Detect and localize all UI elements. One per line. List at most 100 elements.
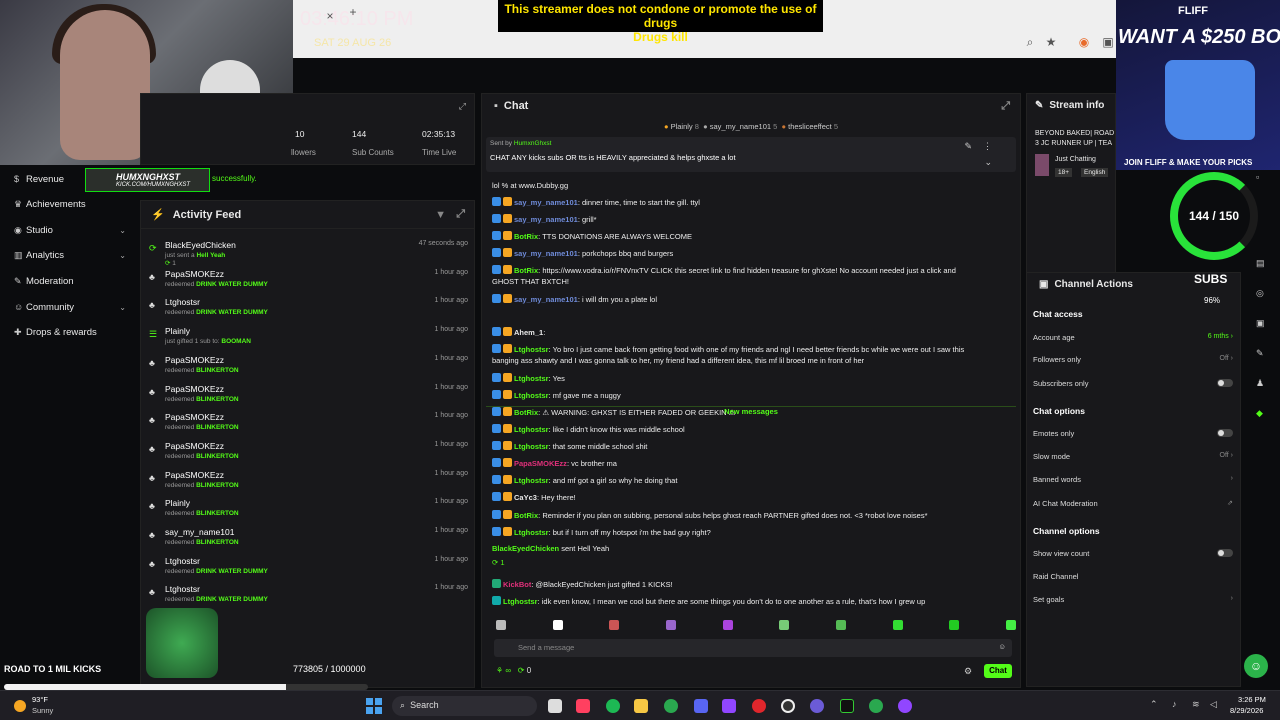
extension-icon-2[interactable]: ▣ (1100, 34, 1116, 50)
feed-item[interactable]: ♣ Ltghostsr redeemed DRINK WATER DUMMY 1 ho… (149, 554, 474, 582)
chevron-down-icon[interactable]: ⌄ (984, 157, 992, 168)
sidebar-item-achievements[interactable]: ♛ Achievements (0, 192, 138, 216)
feed-item[interactable]: ♣ PapaSMOKEzz redeemed BLINKERTON 1 hour ag… (149, 439, 474, 467)
gear-icon[interactable]: ⚙ (964, 666, 972, 677)
followers-only-row[interactable]: Followers only Off › (1033, 355, 1233, 364)
pinned-message[interactable]: Sent by HumxnGhxst CHAT ANY kicks subs O… (486, 137, 1016, 172)
app-icon[interactable] (810, 699, 824, 713)
expand-icon[interactable]: ⤢ (456, 208, 465, 221)
close-icon[interactable]: × (322, 8, 338, 24)
feed-item[interactable]: ♣ PapaSMOKEzz redeemed DRINK WATER DUMMY 1 … (149, 267, 474, 295)
feed-item[interactable]: ♣ Ltghostsr redeemed DRINK WATER DUMMY 1 ho… (149, 295, 474, 323)
target-icon[interactable]: ◎ (1256, 288, 1264, 299)
badge-icon (492, 197, 501, 206)
account-age-row[interactable]: Account age 6 mths › (1033, 333, 1233, 342)
subscribers-only-row[interactable]: Subscribers only (1033, 379, 1233, 388)
sidebar-item-drops[interactable]: ✚ Drops & rewards (0, 320, 138, 344)
ai-moderation-row[interactable]: AI Chat Moderation ⇗ (1033, 499, 1233, 508)
chat-send-button[interactable]: Chat (984, 664, 1012, 678)
sidebar-item-analytics[interactable]: ▥ Analytics ⌄ (0, 243, 138, 267)
chevron-up-icon[interactable]: ⌃ (1150, 699, 1158, 710)
feed-time: 1 hour ago (434, 498, 468, 506)
stream-title: BEYOND BAKED| ROAD (1035, 130, 1115, 137)
chat-message: Ltghostsr: idk even know, I mean we cool… (492, 596, 1012, 606)
sidebar-item-studio[interactable]: ◉ Studio ⌄ (0, 218, 138, 242)
app-icon-2[interactable] (898, 699, 912, 713)
feed-item[interactable]: ♣ PapaSMOKEzz redeemed BLINKERTON 1 hour ag… (149, 353, 474, 381)
discord-icon[interactable] (694, 699, 708, 713)
search-icon: ⌕ (400, 700, 406, 710)
feed-user: PapaSMOKEzz (165, 354, 225, 365)
chat-icon[interactable]: ▤ (1256, 258, 1265, 269)
help-chat-button[interactable]: ☺ (1244, 654, 1268, 678)
windows-start-icon[interactable] (366, 698, 382, 714)
task-view-icon[interactable] (548, 699, 562, 713)
volume-icon[interactable]: ◁ (1210, 699, 1217, 710)
extension-icon[interactable]: ◉ (1076, 34, 1092, 50)
feed-item[interactable]: ♣ PapaSMOKEzz redeemed BLINKERTON 1 hour ag… (149, 410, 474, 438)
more-icon[interactable]: ⋮ (983, 141, 992, 152)
feed-detail: redeemed BLINKERTON (165, 539, 239, 546)
new-tab-icon[interactable]: + (345, 4, 361, 20)
chat-message: Ahem_1: (492, 327, 1012, 337)
feed-item[interactable]: ☰ Plainly just gifted 1 sub to: BOOMAN 1 ho… (149, 324, 474, 352)
sidebar-item-revenue[interactable]: $ Revenue (0, 167, 138, 191)
feed-time: 1 hour ago (434, 412, 468, 420)
feed-item[interactable]: ♣ Ltghostsr redeemed DRINK WATER DUMMY 1 ho… (149, 582, 474, 610)
wifi-icon[interactable]: ≋ (1192, 699, 1200, 710)
bookmark-star-icon[interactable]: ★ (1043, 34, 1059, 50)
feed-type-icon: ☰ (149, 329, 158, 340)
feed-item[interactable]: ♣ PapaSMOKEzz redeemed BLINKERTON 1 hour ag… (149, 382, 474, 410)
feed-type-icon: ♣ (149, 271, 155, 282)
sidebar-item-community[interactable]: ☺ Community ⌄ (0, 295, 138, 319)
wrench-icon[interactable]: ✎ (1256, 348, 1264, 359)
windows-taskbar: 93°F Sunny ⌕ Search ⌃ ♪ ≋ ◁ 3:26 PM 8/29… (0, 690, 1280, 720)
chat-message: BotRix: TTS DONATIONS ARE ALWAYS WELCOME (492, 231, 1012, 241)
stream-info-header: ✎ Stream info (1035, 100, 1105, 111)
filter-icon[interactable]: ▼ (435, 209, 446, 221)
sidebar-item-moderation[interactable]: ✎ Moderation (0, 269, 138, 293)
twitch-icon[interactable] (722, 699, 736, 713)
set-goals-row[interactable]: Set goals › (1033, 595, 1233, 604)
emotes-only-row[interactable]: Emotes only (1033, 429, 1233, 438)
shield-icon[interactable]: ◆ (1256, 408, 1263, 419)
chat-input[interactable]: Send a message ☺ (494, 639, 1012, 657)
pinned-text: CHAT ANY kicks subs OR tts is HEAVILY ap… (490, 153, 736, 162)
raid-channel-row[interactable]: Raid Channel (1033, 572, 1233, 581)
microphone-icon[interactable]: ♪ (1172, 699, 1177, 709)
gift-icon: ✚ (14, 326, 22, 337)
banned-words-row[interactable]: Banned words › (1033, 475, 1233, 484)
feed-detail: redeemed BLINKERTON (165, 395, 239, 403)
chevron-down-icon: ⌄ (119, 225, 126, 235)
expand-icon[interactable]: ⤢ (459, 101, 466, 112)
pin-icon[interactable]: ✎ (964, 141, 972, 152)
chrome-icon[interactable] (664, 699, 678, 713)
emotes-only-toggle[interactable] (1217, 429, 1233, 437)
view-count-row[interactable]: Show view count (1033, 549, 1233, 558)
chrome-icon-2[interactable] (869, 699, 883, 713)
sidebar: $ Revenue ♛ Achievements ◉ Studio ⌄ ▥ Analyti… (0, 165, 138, 685)
expand-icon[interactable]: ⤢ (1001, 100, 1010, 113)
terminal-icon[interactable] (840, 699, 854, 713)
emoji-icon[interactable]: ☺ (998, 642, 1006, 651)
view-count-toggle[interactable] (1217, 549, 1233, 557)
music-app-icon[interactable] (576, 699, 590, 713)
emote-bar[interactable] (496, 620, 1016, 630)
slow-mode-row[interactable]: Slow mode Off › (1033, 452, 1233, 461)
feed-item[interactable]: ⟳ BlackEyedChicken just sent a Hell Yeah ⟳ … (149, 238, 474, 267)
obs-icon[interactable] (781, 699, 795, 713)
zoom-icon[interactable]: ⌕ (1022, 34, 1038, 50)
opera-icon[interactable] (752, 699, 766, 713)
feed-type-icon: ♣ (149, 386, 155, 397)
file-explorer-icon[interactable] (634, 699, 648, 713)
feed-item[interactable]: ♣ Plainly redeemed BLINKERTON 1 hour ago (149, 496, 474, 524)
toolbar-icon[interactable]: ▫ (1256, 172, 1259, 182)
taskbar-search[interactable]: ⌕ Search (392, 696, 537, 716)
feed-item[interactable]: ♣ say_my_name101 redeemed BLINKERTON 1 hour… (149, 525, 474, 553)
spotify-icon[interactable] (606, 699, 620, 713)
window-icon[interactable]: ▣ (1256, 318, 1265, 329)
feed-item[interactable]: ♣ PapaSMOKEzz redeemed BLINKERTON 1 hour ag… (149, 468, 474, 496)
subscribers-only-toggle[interactable] (1217, 379, 1233, 387)
feed-type-icon: ♣ (149, 415, 155, 426)
user-icon[interactable]: ♟ (1256, 378, 1264, 389)
